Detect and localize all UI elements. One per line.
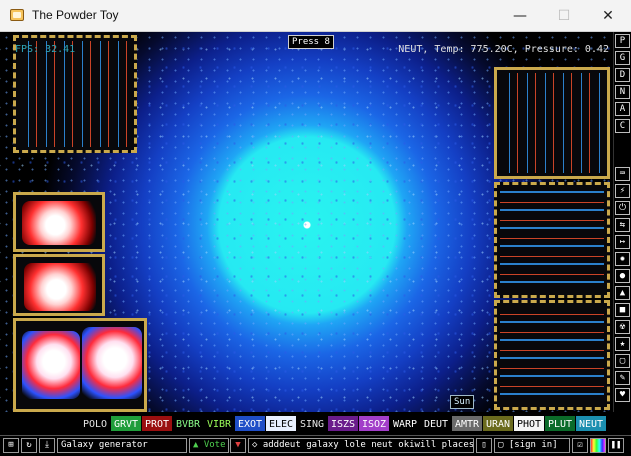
element-button-deut[interactable]: DEUT bbox=[421, 416, 452, 431]
vote-down-button[interactable]: ▼ bbox=[230, 438, 246, 453]
category-sidebar: PGDNAC ⌨ ⚡ ⏻ ⇆ ↦ ✹ ● ▲ ■ ☢ ★ ▢ ✎ ♥ bbox=[613, 32, 631, 412]
vote-label: Vote bbox=[203, 440, 226, 450]
element-button-bvbr[interactable]: BVBR bbox=[173, 416, 204, 431]
reload-icon[interactable]: ↻ bbox=[21, 438, 37, 453]
radioactive-icon[interactable]: ☢ bbox=[615, 320, 630, 334]
maximize-button[interactable]: ☐ bbox=[542, 0, 586, 32]
element-button-isoz[interactable]: ISOZ bbox=[359, 416, 390, 431]
right-middle-reactor bbox=[494, 182, 610, 298]
tools-icon[interactable]: ✎ bbox=[615, 371, 630, 385]
simulation-canvas[interactable] bbox=[0, 32, 612, 412]
right-bottom-reactor bbox=[494, 300, 610, 410]
close-button[interactable]: ✕ bbox=[586, 0, 630, 32]
mode-button-n[interactable]: N bbox=[615, 85, 630, 99]
right-top-reactor bbox=[494, 67, 610, 179]
sensor-icon[interactable]: ⇆ bbox=[615, 218, 630, 232]
force-icon[interactable]: ↦ bbox=[615, 235, 630, 249]
element-button-exot[interactable]: EXOT bbox=[235, 416, 266, 431]
element-button-sing[interactable]: SING bbox=[297, 416, 328, 431]
press-hint: Press 8 bbox=[288, 35, 334, 49]
sign-in-label: [sign in] bbox=[508, 440, 558, 450]
element-button-plut[interactable]: PLUT bbox=[545, 416, 576, 431]
element-button-amtr[interactable]: AMTR bbox=[452, 416, 483, 431]
life-icon[interactable]: ▢ bbox=[615, 354, 630, 368]
element-button-phot[interactable]: PHOT bbox=[514, 416, 545, 431]
element-button-uran[interactable]: URAN bbox=[483, 416, 514, 431]
element-button-grvt[interactable]: GRVT bbox=[111, 416, 142, 431]
mode-button-g[interactable]: G bbox=[615, 51, 630, 65]
save-icon[interactable]: ⤓ bbox=[39, 438, 55, 453]
open-simulation-icon[interactable]: ⊞ bbox=[3, 438, 19, 453]
settings-icon[interactable]: ☑ bbox=[572, 438, 588, 453]
special-icon[interactable]: ★ bbox=[615, 337, 630, 351]
particle-readout: NEUT, Temp: 775.20C, Pressure: 0.42 bbox=[398, 44, 609, 55]
vote-up-button[interactable]: ▲ Vote bbox=[189, 438, 229, 453]
element-button-prot[interactable]: PROT bbox=[142, 416, 173, 431]
clear-simulation-icon[interactable]: ▯ bbox=[476, 438, 492, 453]
power-icon[interactable]: ⏻ bbox=[615, 201, 630, 215]
mode-button-a[interactable]: A bbox=[615, 102, 630, 116]
window-title: The Powder Toy bbox=[32, 8, 119, 22]
left-bottom-reactor bbox=[13, 318, 147, 412]
thumbs-up-icon: ▲ bbox=[193, 440, 199, 450]
tag-icon: ◇ bbox=[252, 440, 263, 450]
powders-icon[interactable]: ▲ bbox=[615, 286, 630, 300]
element-button-vibr[interactable]: VIBR bbox=[204, 416, 235, 431]
element-button-neut[interactable]: NEUT bbox=[576, 416, 607, 431]
pause-icon[interactable]: ❚❚ bbox=[608, 438, 624, 453]
solids-icon[interactable]: ■ bbox=[615, 303, 630, 317]
mode-button-d[interactable]: D bbox=[615, 68, 630, 82]
fps-counter: FPS: 32.41 bbox=[15, 44, 76, 55]
mode-button-p[interactable]: P bbox=[615, 34, 630, 48]
thumbs-down-icon: ▼ bbox=[235, 440, 241, 450]
element-button-warp[interactable]: WARP bbox=[390, 416, 421, 431]
element-button-iszs[interactable]: ISZS bbox=[328, 416, 359, 431]
element-button-elec[interactable]: ELEC bbox=[266, 416, 297, 431]
favorites-icon[interactable]: ♥ bbox=[615, 388, 630, 402]
display-mode-icon[interactable] bbox=[590, 438, 606, 453]
window-titlebar: The Powder Toy — ☐ ✕ bbox=[0, 0, 631, 32]
element-button-polo[interactable]: POLO bbox=[80, 416, 111, 431]
tags-text: adddeut galaxy lole neut okiwill placeso… bbox=[262, 440, 474, 450]
liquids-icon[interactable]: ● bbox=[615, 269, 630, 283]
save-name-field[interactable]: Galaxy generator bbox=[57, 438, 187, 453]
mode-button-c[interactable]: C bbox=[615, 119, 630, 133]
explosives-icon[interactable]: ✹ bbox=[615, 252, 630, 266]
sign-in-button[interactable]: ▢ [sign in] bbox=[494, 438, 570, 453]
powder-toy-app-icon bbox=[10, 9, 24, 21]
user-icon: ▢ bbox=[498, 440, 509, 450]
tags-field[interactable]: ◇ adddeut galaxy lole neut okiwill place… bbox=[248, 438, 474, 453]
minimize-button[interactable]: — bbox=[498, 0, 542, 32]
left-lower-reactor bbox=[13, 254, 105, 316]
sun-sign[interactable]: Sun bbox=[450, 395, 475, 409]
left-middle-reactor bbox=[13, 192, 105, 252]
keyboard-icon[interactable]: ⌨ bbox=[615, 167, 630, 181]
electronics-icon[interactable]: ⚡ bbox=[615, 184, 630, 198]
